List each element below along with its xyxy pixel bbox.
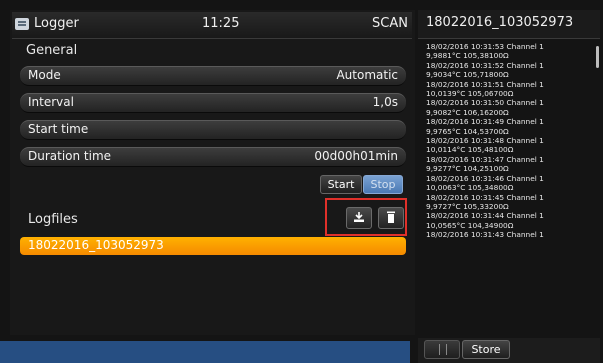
duration-time-value: 00d00h01min xyxy=(314,149,398,163)
log-scrollbar[interactable] xyxy=(596,46,599,68)
log-list[interactable]: 18/02/2016 10:31:53 Channel 1 9,9881°C 1… xyxy=(426,42,594,328)
title-bar: Logger 11:25 SCAN xyxy=(12,12,412,39)
mode-field[interactable]: Mode Automatic xyxy=(20,66,406,86)
logfiles-section-label: Logfiles xyxy=(28,212,78,227)
log-line: 18/02/2016 10:31:48 Channel 1 xyxy=(426,136,544,146)
log-file-header: 18022016_103052973 xyxy=(418,10,600,39)
log-line: 10,0565°C 104,34900Ω xyxy=(426,220,514,230)
start-time-field[interactable]: Start time xyxy=(20,120,406,140)
log-line: 18/02/2016 10:31:50 Channel 1 xyxy=(426,98,544,108)
log-line: 18/02/2016 10:31:47 Channel 1 xyxy=(426,154,544,164)
interval-value: 1,0s xyxy=(372,95,398,109)
mode-label: Mode xyxy=(28,68,61,82)
log-line: 9,9277°C 104,25100Ω xyxy=(426,164,509,174)
general-section-label: General xyxy=(26,43,78,58)
interval-field[interactable]: Interval 1,0s xyxy=(20,93,406,113)
log-line: 18/02/2016 10:31:51 Channel 1 xyxy=(426,79,544,89)
logger-screen: Logger 11:25 SCAN General Mode Automatic… xyxy=(0,0,603,363)
log-line: 18/02/2016 10:31:43 Channel 1 xyxy=(426,230,544,240)
log-line: 9,9034°C 105,71800Ω xyxy=(426,70,509,80)
grip-button[interactable] xyxy=(424,340,460,359)
log-line: 10,0063°C 105,34800Ω xyxy=(426,183,514,193)
duration-time-label: Duration time xyxy=(28,149,112,163)
clock: 11:25 xyxy=(202,16,240,31)
scan-status: SCAN xyxy=(372,16,408,31)
status-bar xyxy=(0,341,410,363)
store-button[interactable]: Store xyxy=(462,340,510,359)
log-line: 9,9727°C 105,33200Ω xyxy=(426,201,509,211)
stop-button[interactable]: Stop xyxy=(363,175,403,194)
highlight-box xyxy=(325,198,407,236)
start-time-label: Start time xyxy=(28,122,89,136)
log-line: 9,9082°C 106,16200Ω xyxy=(426,107,509,117)
logfile-name: 18022016_103052973 xyxy=(28,238,164,252)
logfile-item[interactable]: 18022016_103052973 xyxy=(20,237,406,255)
log-file-title: 18022016_103052973 xyxy=(426,15,574,30)
logger-main-panel xyxy=(10,10,415,335)
log-line: 18/02/2016 10:31:52 Channel 1 xyxy=(426,60,544,70)
app-title: Logger xyxy=(34,16,79,31)
duration-time-field[interactable]: Duration time 00d00h01min xyxy=(20,147,406,167)
interval-label: Interval xyxy=(28,95,74,109)
log-line: 10,0114°C 105,48100Ω xyxy=(426,145,514,155)
log-line: 18/02/2016 10:31:44 Channel 1 xyxy=(426,211,544,221)
log-line: 18/02/2016 10:31:49 Channel 1 xyxy=(426,117,544,127)
mode-value: Automatic xyxy=(336,68,398,82)
log-line: 18/02/2016 10:31:53 Channel 1 xyxy=(426,42,544,51)
list-icon xyxy=(15,18,29,30)
log-line: 10,0139°C 105,06700Ω xyxy=(426,89,514,99)
start-button[interactable]: Start xyxy=(320,175,362,194)
log-line: 18/02/2016 10:31:46 Channel 1 xyxy=(426,173,544,183)
log-line: 9,9881°C 105,38100Ω xyxy=(426,51,509,61)
log-line: 18/02/2016 10:31:45 Channel 1 xyxy=(426,192,544,202)
log-line: 9,9765°C 104,53700Ω xyxy=(426,126,509,136)
